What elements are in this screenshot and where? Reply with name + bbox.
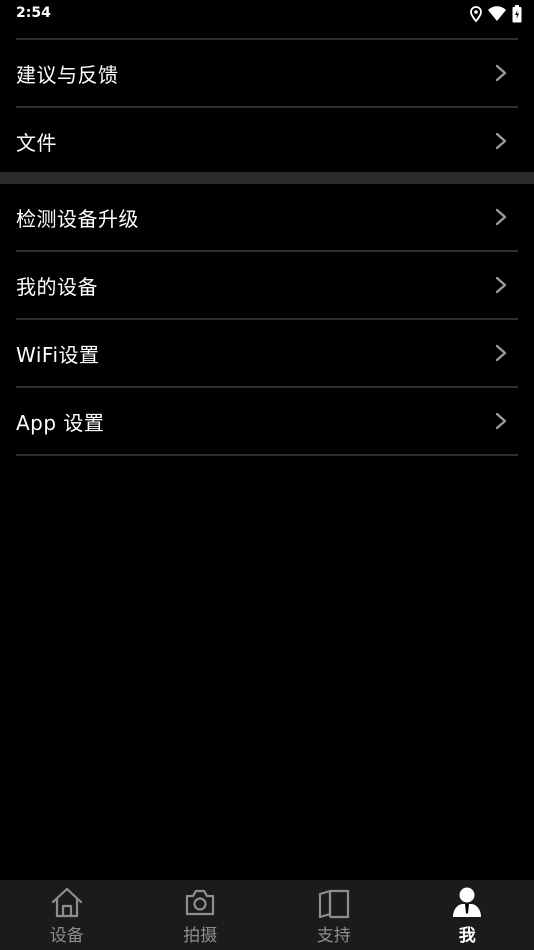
location-icon — [470, 6, 482, 22]
menu-item-label: 文件 — [16, 130, 57, 155]
nav-tab-label: 支持 — [316, 926, 351, 946]
menu-group-feedback: 建议与反馈 文件 — [0, 38, 534, 174]
nav-tab-support[interactable]: 支持 — [267, 880, 401, 950]
menu-group-device: 检测设备升级 我的设备 WiFi设置 App 设置 — [0, 184, 534, 456]
user-icon — [453, 887, 482, 917]
nav-tab-label: 我 — [458, 926, 476, 946]
camera-icon — [186, 889, 215, 916]
chevron-right-icon — [495, 132, 507, 150]
battery-icon — [512, 5, 522, 23]
chevron-right-icon — [495, 412, 507, 430]
menu-item-check-upgrade[interactable]: 检测设备升级 — [16, 184, 518, 252]
home-icon — [51, 887, 82, 918]
nav-tab-capture[interactable]: 拍摄 — [134, 880, 268, 950]
status-icons — [470, 5, 522, 23]
book-icon — [318, 889, 349, 919]
menu-item-label: 检测设备升级 — [16, 206, 139, 231]
chevron-right-icon — [495, 64, 507, 82]
status-time: 2:54 — [16, 5, 51, 21]
status-bar: 2:54 — [0, 0, 534, 28]
chevron-right-icon — [495, 276, 507, 294]
menu-item-wifi-settings[interactable]: WiFi设置 — [16, 320, 518, 388]
chevron-right-icon — [495, 344, 507, 362]
menu-item-label: WiFi设置 — [16, 342, 100, 367]
menu-item-label: App 设置 — [16, 410, 105, 435]
menu-item-app-settings[interactable]: App 设置 — [16, 388, 518, 456]
bottom-nav: 设备 拍摄 支持 我 — [0, 880, 534, 950]
nav-tab-devices[interactable]: 设备 — [0, 880, 134, 950]
menu-item-feedback[interactable]: 建议与反馈 — [16, 40, 518, 108]
menu-item-label: 建议与反馈 — [16, 62, 119, 87]
menu-item-files[interactable]: 文件 — [16, 108, 518, 174]
section-divider — [0, 172, 534, 184]
chevron-right-icon — [495, 208, 507, 226]
nav-tab-label: 设备 — [49, 926, 84, 946]
wifi-icon — [488, 6, 506, 21]
nav-tab-label: 拍摄 — [183, 926, 218, 946]
menu-item-label: 我的设备 — [16, 274, 98, 299]
nav-tab-me[interactable]: 我 — [401, 880, 534, 950]
menu-item-my-devices[interactable]: 我的设备 — [16, 252, 518, 320]
